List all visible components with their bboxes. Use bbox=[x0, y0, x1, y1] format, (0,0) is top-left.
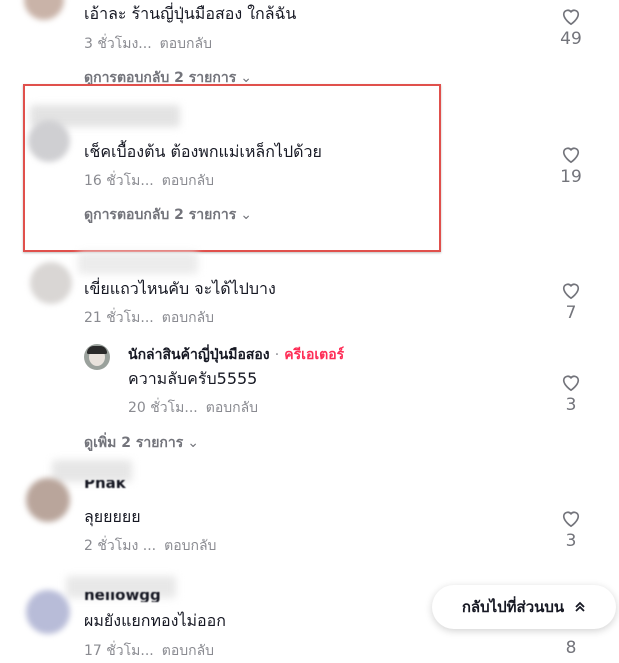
comment-text: ลุยยยยย bbox=[84, 507, 141, 526]
creator-username[interactable]: นักล่าสินค้าญี่ปุ่นมือสอง bbox=[128, 347, 270, 363]
creator-avatar[interactable] bbox=[84, 344, 110, 370]
like-count: 19 bbox=[560, 167, 582, 187]
comment-meta: 3 ชั่วโมง... ตอบกลับ bbox=[84, 34, 212, 54]
blurred-username bbox=[52, 460, 132, 482]
like-button[interactable]: 7 bbox=[555, 280, 587, 324]
heart-icon bbox=[562, 9, 580, 26]
highlight-box bbox=[23, 84, 441, 252]
reply-time: 20 ชั่วโม... bbox=[128, 400, 198, 416]
separator-dot: · bbox=[274, 347, 280, 363]
like-button[interactable]: 3 bbox=[555, 508, 587, 552]
avatar[interactable] bbox=[30, 262, 72, 304]
comment-time: 2 ชั่วโมง ... bbox=[84, 538, 157, 554]
back-to-top-label: กลับไปที่ส่วนบน bbox=[461, 598, 565, 616]
like-count: 3 bbox=[565, 531, 577, 551]
comment-time: 3 ชั่วโมง... bbox=[84, 36, 152, 52]
heart-icon bbox=[562, 511, 580, 528]
like-count: 7 bbox=[565, 303, 577, 323]
view-more-button[interactable]: ดูเพิ่ม 2 รายการ ⌄ bbox=[84, 433, 199, 453]
comment-meta: 21 ชั่วโม... ตอบกลับ bbox=[84, 308, 214, 328]
heart-icon bbox=[562, 147, 580, 164]
like-button[interactable]: 19 bbox=[555, 144, 587, 188]
blurred-username bbox=[78, 252, 198, 274]
view-more-label: ดูเพิ่ม 2 รายการ bbox=[84, 435, 184, 451]
like-count: 8 bbox=[565, 638, 577, 658]
comment-meta: 2 ชั่วโมง ... ตอบกลับ bbox=[84, 536, 216, 556]
like-button[interactable]: 3 bbox=[555, 372, 587, 416]
comment-username[interactable]: Phak bbox=[84, 480, 126, 490]
avatar[interactable] bbox=[26, 590, 70, 634]
reply-button[interactable]: ตอบกลับ bbox=[162, 643, 214, 659]
reply-text: ความลับครับ5555 bbox=[128, 369, 258, 388]
like-count: 49 bbox=[560, 29, 582, 49]
creator-badge: ครีเอเตอร์ bbox=[284, 347, 345, 363]
like-button[interactable]: 49 bbox=[555, 6, 587, 50]
comment-username[interactable]: hellowgg bbox=[84, 592, 161, 602]
reply-button[interactable]: ตอบกลับ bbox=[160, 36, 212, 52]
comment-time: 17 ชั่วโม... bbox=[84, 643, 154, 659]
reply-button[interactable]: ตอบกลับ bbox=[164, 538, 216, 554]
comment-text: เอ้าละ ร้านญี่ปุ่นมือสอง ใกล้ฉัน bbox=[84, 4, 297, 23]
reply-meta: 20 ชั่วโม... ตอบกลับ bbox=[128, 398, 258, 418]
avatar[interactable] bbox=[24, 0, 64, 20]
comment-meta: 17 ชั่วโม... ตอบกลับ bbox=[84, 641, 214, 661]
reply-button[interactable]: ตอบกลับ bbox=[162, 310, 214, 326]
heart-icon bbox=[562, 283, 580, 300]
chevron-down-icon: ⌄ bbox=[187, 435, 199, 451]
reply-button[interactable]: ตอบกลับ bbox=[206, 400, 258, 416]
avatar[interactable] bbox=[26, 478, 70, 522]
comment-time: 21 ชั่วโม... bbox=[84, 310, 154, 326]
like-count: 3 bbox=[565, 395, 577, 415]
comment-text: ผมยังแยกทองไม่ออก bbox=[84, 611, 226, 630]
comment-text: เขี่ยแถวไหนคับ จะได้ไปบาง bbox=[84, 279, 276, 298]
heart-icon bbox=[562, 375, 580, 392]
back-to-top-button[interactable]: กลับไปที่ส่วนบน bbox=[432, 585, 616, 629]
double-chevron-up-icon bbox=[575, 601, 585, 612]
